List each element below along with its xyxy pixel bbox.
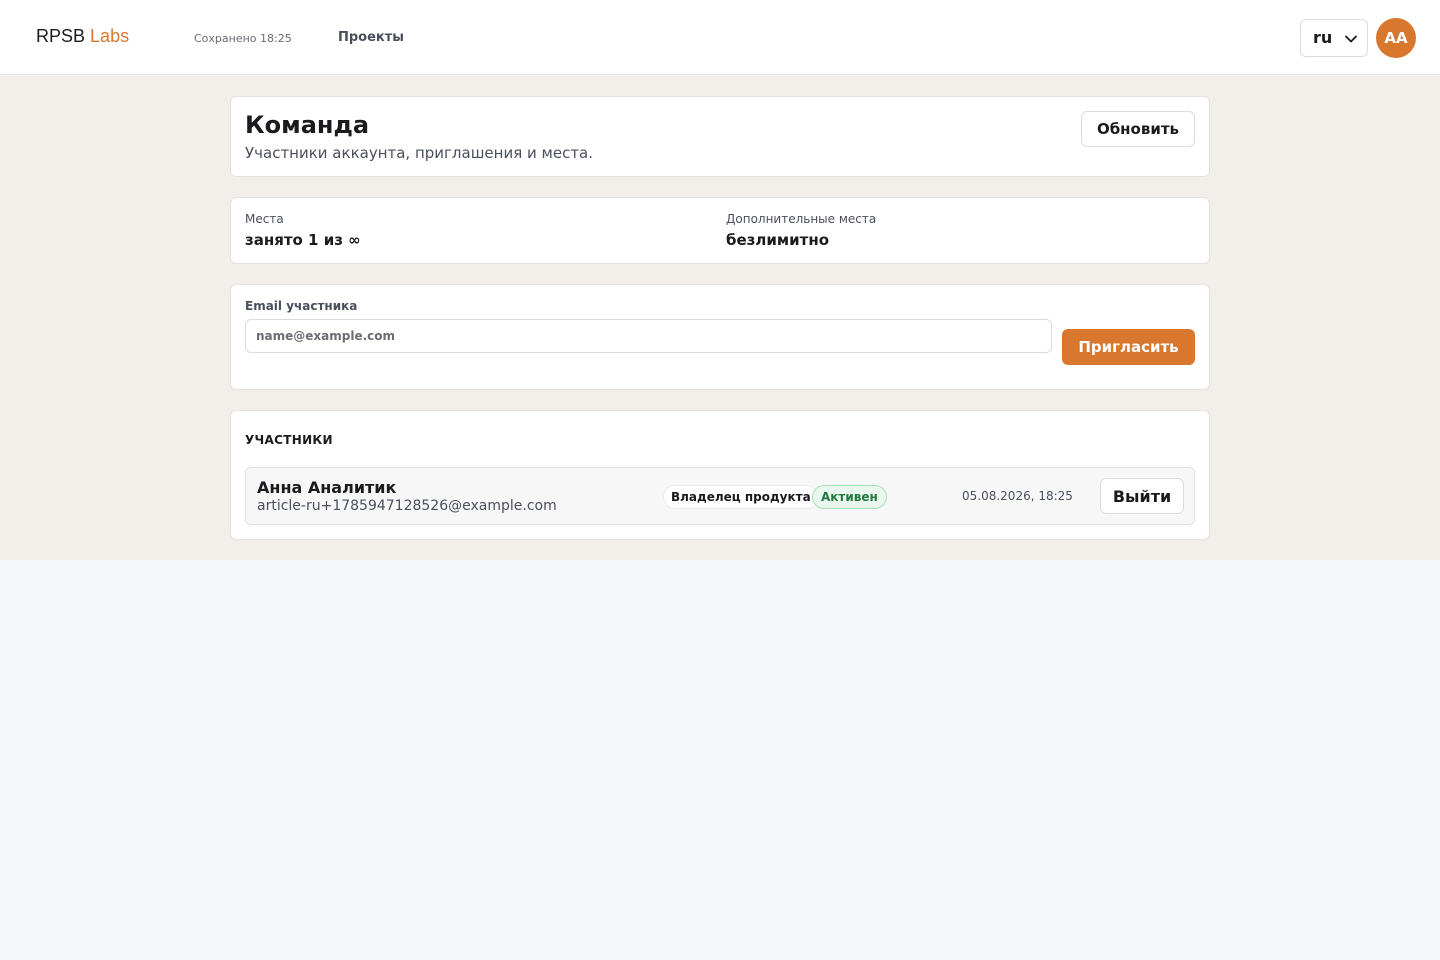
page-subtitle: Участники аккаунта, приглашения и места. (245, 144, 594, 162)
refresh-button[interactable]: Обновить (1081, 111, 1195, 147)
member-date: 05.08.2026, 18:25 (962, 489, 1073, 503)
member-email-label: Email участника (245, 299, 358, 313)
member-email: article-ru+1785947128526@example.com (257, 498, 557, 514)
language-select[interactable]: ru (1300, 19, 1368, 57)
seats-card: Места занято 1 из ∞ Дополнительные места… (230, 197, 1210, 264)
invite-button[interactable]: Пригласить (1062, 329, 1195, 365)
chevron-down-icon (1345, 35, 1357, 43)
member-email-input[interactable] (245, 319, 1052, 353)
role-badge: Владелец продукта (663, 485, 819, 509)
member-row: Анна Аналитик article-ru+1785947128526@e… (245, 467, 1195, 525)
member-name: Анна Аналитик (257, 478, 397, 497)
extra-seats-value: безлимитно (726, 231, 829, 249)
seats-label: Места (245, 212, 284, 226)
leave-button[interactable]: Выйти (1100, 478, 1184, 514)
members-section-title: УЧАСТНИКИ (245, 433, 333, 447)
brand-logo[interactable]: RPSB Labs (36, 26, 129, 47)
page-title: Команда (245, 111, 370, 139)
invite-card: Email участника Пригласить (230, 284, 1210, 390)
members-card: УЧАСТНИКИ Анна Аналитик article-ru+17859… (230, 410, 1210, 540)
nav-link-projects[interactable]: Проекты (338, 30, 404, 45)
saved-status: Сохранено 18:25 (194, 32, 292, 45)
user-avatar[interactable]: AA (1376, 18, 1416, 58)
status-badge: Активен (812, 485, 887, 509)
seats-value: занято 1 из ∞ (245, 231, 361, 249)
brand-name: RPSB (36, 26, 86, 46)
top-header: RPSB Labs Сохранено 18:25 Проекты ru AA (0, 0, 1440, 75)
extra-seats-label: Дополнительные места (726, 212, 877, 226)
brand-name-accent: Labs (90, 26, 130, 46)
language-value: ru (1313, 28, 1333, 47)
team-header-card: Команда Участники аккаунта, приглашения … (230, 96, 1210, 177)
